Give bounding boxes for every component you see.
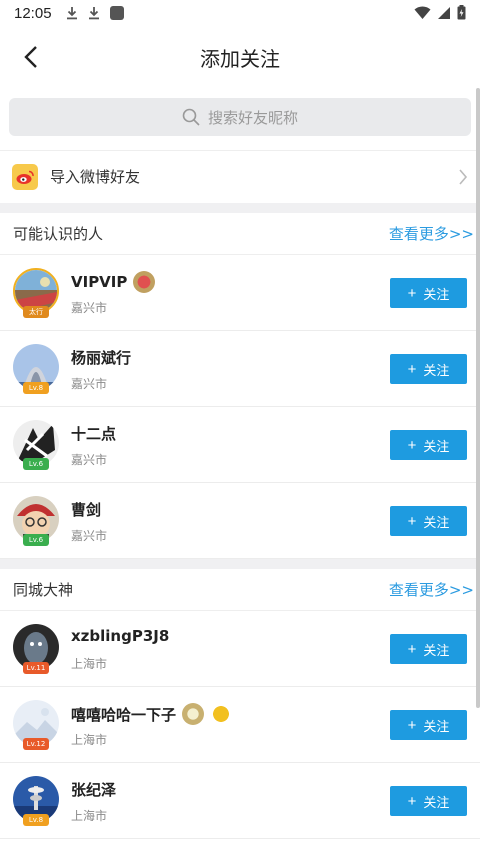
user-name-text: 杨丽斌行: [71, 349, 132, 367]
download-icon: [88, 6, 100, 20]
follow-label: 关注: [423, 794, 450, 810]
chevron-left-icon: [24, 46, 37, 68]
user-row[interactable]: Lv.8 张纪泽 上海市 + 关注: [0, 763, 480, 839]
signal-icon: [438, 6, 450, 19]
level-badge: Lv.8: [23, 814, 49, 826]
user-name: 嘻嘻哈哈一下子: [71, 703, 233, 725]
user-name-text: 曹剑: [71, 501, 102, 519]
follow-label: 关注: [423, 438, 450, 454]
see-more-link[interactable]: 查看更多>>: [389, 579, 474, 600]
search-input[interactable]: 搜索好友昵称: [9, 98, 471, 136]
user-row[interactable]: Lv.6 十二点 嘉兴市 + 关注: [0, 407, 480, 483]
download-icon: [66, 6, 78, 20]
user-row[interactable]: Lv.11 xzblingP3J8 上海市 + 关注: [0, 611, 480, 687]
plus-icon: +: [407, 512, 417, 530]
user-city: 嘉兴市: [71, 377, 108, 391]
user-city: 嘉兴市: [71, 301, 108, 315]
medal-icon: [133, 271, 156, 293]
level-badge: Lv.11: [23, 662, 49, 674]
weibo-icon: [12, 163, 38, 190]
user-city: 嘉兴市: [71, 453, 108, 467]
user-city: 上海市: [71, 733, 108, 747]
user-row[interactable]: 太行 VIPVIP 嘉兴市 + 关注: [0, 255, 480, 331]
section-header-maybe-know: 可能认识的人 查看更多>>: [0, 213, 480, 255]
section-title: 可能认识的人: [13, 225, 104, 243]
import-weibo-label: 导入微博好友: [50, 168, 141, 186]
plus-icon: +: [407, 436, 417, 454]
follow-button[interactable]: + 关注: [390, 430, 467, 460]
follow-label: 关注: [423, 286, 450, 302]
user-name-text: xzblingP3J8: [71, 627, 170, 645]
user-row[interactable]: Lv.12 嘻嘻哈哈一下子 上海市 + 关注: [0, 687, 480, 763]
section-header-local-experts: 同城大神 查看更多>>: [0, 569, 480, 611]
medal-icon: [182, 703, 205, 725]
user-name: 张纪泽: [71, 779, 116, 800]
plus-icon: +: [407, 792, 417, 810]
user-name: 曹剑: [71, 499, 101, 520]
follow-label: 关注: [423, 718, 450, 734]
battery-icon: [457, 5, 466, 20]
search-placeholder: 搜索好友昵称: [207, 108, 298, 127]
follow-label: 关注: [423, 362, 450, 378]
status-icons: [414, 5, 466, 20]
user-name: VIPVIP: [71, 271, 156, 293]
user-name-text: 嘻嘻哈哈一下子: [71, 705, 177, 724]
user-name-text: VIPVIP: [71, 273, 128, 291]
user-city: 上海市: [71, 657, 108, 671]
scrollbar[interactable]: [476, 88, 480, 708]
status-bar: 12:05: [0, 0, 480, 26]
plus-icon: +: [407, 284, 417, 302]
chevron-right-icon: [459, 169, 468, 185]
follow-button[interactable]: + 关注: [390, 354, 467, 384]
see-more-link[interactable]: 查看更多>>: [389, 223, 474, 244]
level-badge: Lv.8: [23, 382, 49, 394]
user-name-text: 张纪泽: [71, 781, 117, 799]
user-name: 十二点: [71, 423, 116, 444]
duck-medal-icon: [210, 703, 233, 725]
level-badge: Lv.6: [23, 534, 49, 546]
section-divider: [0, 203, 480, 213]
search-icon: [182, 108, 200, 126]
user-name: 杨丽斌行: [71, 347, 131, 368]
wifi-icon: [414, 6, 431, 19]
section-title: 同城大神: [13, 581, 74, 599]
status-time: 12:05: [14, 4, 52, 22]
follow-button[interactable]: + 关注: [390, 506, 467, 536]
search-area: 搜索好友昵称: [0, 88, 480, 148]
user-row[interactable]: Lv.6 曹剑 嘉兴市 + 关注: [0, 483, 480, 559]
user-name-text: 十二点: [71, 425, 117, 443]
follow-label: 关注: [423, 514, 450, 530]
follow-button[interactable]: + 关注: [390, 710, 467, 740]
plus-icon: +: [407, 640, 417, 658]
plus-icon: +: [407, 360, 417, 378]
follow-button[interactable]: + 关注: [390, 634, 467, 664]
title-bar: 添加关注: [0, 26, 480, 88]
page-title: 添加关注: [200, 46, 280, 71]
level-badge: 太行: [23, 306, 49, 318]
plus-icon: +: [407, 716, 417, 734]
level-badge: Lv.6: [23, 458, 49, 470]
follow-label: 关注: [423, 642, 450, 658]
level-badge: Lv.12: [23, 738, 49, 750]
user-row[interactable]: Lv.8 杨丽斌行 嘉兴市 + 关注: [0, 331, 480, 407]
section-divider: [0, 559, 480, 569]
user-city: 上海市: [71, 809, 108, 823]
import-weibo-row[interactable]: 导入微博好友: [0, 150, 480, 202]
back-button[interactable]: [16, 42, 46, 72]
user-name: xzblingP3J8: [71, 627, 169, 645]
notification-icon: [109, 6, 124, 20]
user-city: 嘉兴市: [71, 529, 108, 543]
follow-button[interactable]: + 关注: [390, 278, 467, 308]
follow-button[interactable]: + 关注: [390, 786, 467, 816]
